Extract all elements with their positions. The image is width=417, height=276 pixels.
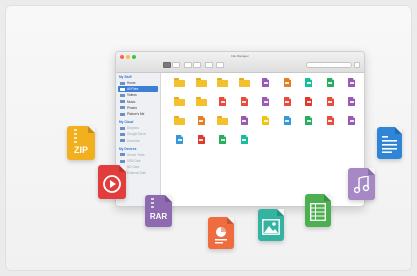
sidebar-item[interactable]: Videos: [118, 92, 158, 98]
sidebar-section-title: My Devices: [119, 146, 137, 151]
sidebar-item[interactable]: All Files: [118, 86, 158, 93]
image-icon: [120, 112, 125, 116]
pie-chart-icon: [215, 227, 227, 244]
file-icon[interactable]: [282, 97, 292, 106]
sidebar-item-label: Photos: [127, 105, 137, 110]
table-grid-icon: [310, 203, 326, 221]
file-icon[interactable]: [217, 97, 227, 106]
folder-icon[interactable]: [174, 116, 185, 125]
file-icon[interactable]: [282, 78, 292, 87]
file-icon[interactable]: [303, 78, 313, 87]
sidebar-section-title: My Cloud: [119, 120, 134, 125]
folder-icon: [120, 87, 125, 91]
sidebar-item-label: Home: [127, 81, 136, 85]
file-icon[interactable]: [239, 97, 249, 106]
folder-icon[interactable]: [217, 78, 228, 87]
cloud-icon: [120, 139, 125, 143]
sidebar-item-label: USB Disk: [127, 159, 141, 163]
file-icon[interactable]: [239, 135, 249, 144]
sidebar-item-label: Dropbox: [127, 126, 140, 131]
sidebar-item[interactable]: Onedrive: [118, 138, 158, 144]
zip-label: ZIP: [73, 145, 88, 155]
list-view-button[interactable]: [172, 62, 180, 68]
window-title: File Manager: [231, 54, 249, 58]
file-icon[interactable]: [325, 116, 335, 125]
video-file-icon: [98, 165, 126, 199]
sidebar-item-label: Videos: [127, 93, 137, 98]
file-icon[interactable]: [260, 78, 270, 87]
sidebar-item[interactable]: Server Tools: [118, 152, 158, 158]
document-file-icon: [377, 127, 402, 159]
sort-button[interactable]: [193, 62, 201, 68]
file-icon[interactable]: [260, 116, 270, 125]
image-file-icon: [258, 209, 284, 241]
folder-icon[interactable]: [238, 78, 250, 87]
sidebar-item[interactable]: Picture's Me: [118, 111, 158, 117]
sidebar-section-title: My Stuff: [119, 75, 132, 79]
file-icon[interactable]: [260, 97, 270, 106]
settings-button[interactable]: [216, 62, 224, 68]
sidebar-item[interactable]: USB Disk: [118, 158, 158, 164]
sidebar-item[interactable]: Dropbox: [118, 125, 158, 131]
sidebar-item-label: All Files: [127, 87, 139, 92]
drive-icon: [120, 133, 125, 137]
folder-icon[interactable]: [174, 97, 185, 106]
sidebar-item-label: Music: [127, 99, 136, 104]
file-icon[interactable]: [196, 116, 206, 125]
sidebar-item-label: External Disk: [127, 171, 146, 176]
play-icon: [103, 175, 121, 193]
sidebar-item[interactable]: Home: [118, 80, 158, 86]
home-icon: [120, 81, 125, 85]
background-frame: File Manager My Stuff Home All Files Videos…: [5, 5, 412, 271]
file-manager-window: File Manager My Stuff Home All Files Videos…: [115, 51, 365, 207]
music-icon: [120, 100, 125, 104]
file-icon[interactable]: [346, 78, 356, 87]
titlebar: File Manager: [116, 52, 364, 73]
folder-icon[interactable]: [195, 78, 207, 87]
share-button[interactable]: [205, 62, 213, 68]
usb-icon: [120, 159, 125, 163]
rar-file-icon: RAR: [145, 195, 172, 227]
file-icon[interactable]: [174, 135, 184, 144]
music-note-icon: [354, 176, 370, 194]
grid-view-button[interactable]: [163, 62, 171, 68]
file-icon[interactable]: [217, 135, 227, 144]
file-icon[interactable]: [303, 116, 313, 125]
add-button[interactable]: [354, 62, 360, 68]
text-lines-icon: [382, 136, 397, 153]
photo-icon: [120, 106, 125, 110]
sidebar-item-label: Picture's Me: [127, 112, 145, 116]
zip-file-icon: ZIP: [67, 126, 95, 160]
rar-label: RAR: [149, 212, 168, 221]
file-icon[interactable]: [239, 116, 249, 125]
file-icon[interactable]: [346, 97, 356, 106]
sidebar-item-label: Server Tools: [127, 152, 145, 157]
presentation-file-icon: [208, 217, 234, 249]
folder-icon[interactable]: [195, 97, 207, 106]
sidebar-item[interactable]: Google Drive: [118, 131, 158, 137]
sidebar-item-label: Google Drive: [127, 132, 146, 137]
file-icon[interactable]: [346, 116, 356, 125]
landscape-icon: [262, 219, 280, 235]
video-icon: [120, 94, 125, 98]
audio-file-icon: [348, 168, 375, 200]
file-icon[interactable]: [303, 97, 313, 106]
cloud-icon: [120, 126, 125, 130]
file-icon[interactable]: [325, 78, 335, 87]
folder-icon[interactable]: [174, 78, 185, 87]
file-icon[interactable]: [282, 116, 292, 125]
folder-icon[interactable]: [217, 116, 228, 125]
sidebar-item[interactable]: Photos: [118, 105, 158, 111]
server-icon: [120, 153, 125, 157]
file-icon[interactable]: [325, 97, 335, 106]
sidebar-item[interactable]: Music: [118, 99, 158, 105]
sidebar-item-label: SD Card: [127, 165, 140, 170]
sidebar-item-label: Onedrive: [127, 138, 140, 143]
search-input[interactable]: [306, 62, 352, 68]
file-icon[interactable]: [196, 135, 206, 144]
column-view-button[interactable]: [184, 62, 192, 68]
spreadsheet-file-icon: [305, 194, 331, 227]
